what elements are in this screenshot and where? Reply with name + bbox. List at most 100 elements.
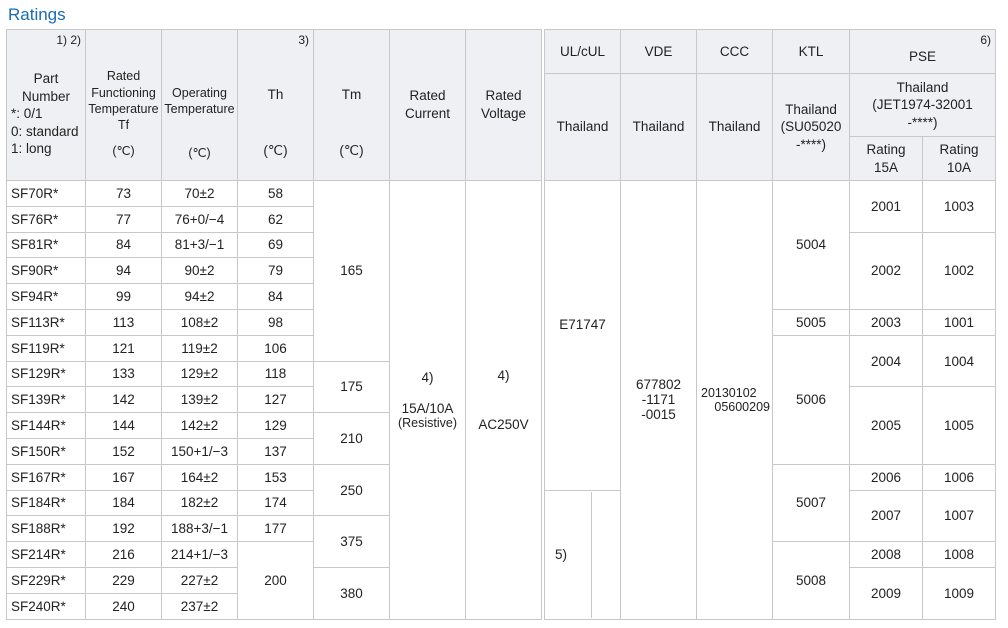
pse15-cell: 2008	[849, 541, 923, 568]
tf-cell: 84	[85, 231, 162, 259]
tm-cell: 380	[313, 566, 390, 620]
part-number-cell: SF229R*	[6, 566, 86, 594]
rft-line-1: Rated	[106, 69, 141, 84]
tm-cell: 250	[313, 463, 390, 517]
rated-current-cell: 4) 15A/10A (Resistive)	[389, 180, 466, 620]
rc-line-2: Current	[404, 106, 450, 121]
tf-cell: 240	[85, 592, 162, 620]
pse15-cell: 2001	[849, 180, 923, 233]
ktl-thailand-label: Thailand	[785, 101, 837, 117]
rated-voltage-header: Rated Voltage	[465, 29, 542, 181]
tm-label: Tm	[341, 87, 362, 103]
op-line-1: Operating	[172, 85, 227, 100]
rft-unit: (℃)	[112, 144, 135, 159]
part-number-line-2: Number	[21, 88, 70, 104]
pse10-cell: 1008	[922, 541, 996, 568]
rv-note: 4)	[497, 367, 510, 383]
rft-line-3: Temperature	[88, 101, 159, 116]
tf-cell: 152	[85, 437, 162, 465]
part-number-cell: SF90R*	[6, 257, 86, 285]
table-header: 1) 2) Part Number *: 0/1 0: standard 1: …	[6, 29, 996, 181]
pse-label: PSE	[908, 48, 936, 64]
ktl-code-line-2: -****)	[795, 136, 826, 152]
th-cell: 137	[237, 437, 314, 465]
pse-rating-10a-header: Rating 10A	[922, 136, 996, 181]
th-cell: 84	[237, 283, 314, 310]
ratings-table: 1) 2) Part Number *: 0/1 0: standard 1: …	[6, 29, 996, 620]
th-cell: 129	[237, 412, 314, 439]
part-number-line-1: Part	[33, 71, 59, 87]
op-cell: 227±2	[161, 566, 238, 594]
pse15-cell: 2004	[849, 334, 923, 388]
pse-thailand: Thailand (JET1974-32001 -****)	[849, 73, 996, 137]
ul-note: 5)	[549, 491, 592, 618]
part-number-cell: SF113R*	[6, 308, 86, 336]
op-cell: 119±2	[161, 334, 238, 362]
r10-line-1: Rating	[939, 141, 979, 157]
rv-line-1: Rated	[485, 88, 522, 104]
op-cell: 90±2	[161, 257, 238, 285]
part-number-cell: SF76R*	[6, 205, 86, 233]
tf-cell: 142	[85, 386, 162, 414]
tf-cell: 99	[85, 283, 162, 310]
op-cell: 142±2	[161, 412, 238, 439]
part-number-line-4: 0: standard	[11, 123, 79, 139]
tm-cell: 165	[313, 180, 390, 362]
rated-voltage-cell: 4) AC250V	[465, 180, 542, 620]
ccc-line-1: 20130102	[701, 385, 757, 400]
op-cell: 81+3/−1	[161, 231, 238, 259]
part-number-cell: SF81R*	[6, 231, 86, 259]
ratings-table-wrapper: 1) 2) Part Number *: 0/1 0: standard 1: …	[6, 29, 996, 620]
note-3: 3)	[298, 33, 309, 47]
ktl-cell: 5007	[772, 463, 850, 543]
r15-line-2: 15A	[873, 159, 899, 175]
th-cell: 174	[237, 489, 314, 517]
vde-header: VDE	[620, 29, 697, 74]
part-number-line-5: 1: long	[11, 141, 52, 157]
pse15-cell: 2002	[849, 231, 923, 310]
th-unit: (℃)	[263, 143, 288, 158]
tm-unit: (℃)	[339, 143, 364, 158]
ktl-code-line-1: (SU05020	[780, 119, 842, 135]
ul-note-cell: 5)	[544, 489, 621, 620]
part-number-cell: SF188R*	[6, 515, 86, 543]
part-number-cell: SF150R*	[6, 437, 86, 465]
th-header: 3) Th (℃)	[237, 29, 314, 181]
part-number-cell: SF240R*	[6, 592, 86, 620]
part-number-cell: SF167R*	[6, 463, 86, 491]
th-cell: 127	[237, 386, 314, 414]
pse10-cell: 1002	[922, 231, 996, 310]
rv-value: AC250V	[478, 416, 529, 432]
pse15-cell: 2005	[849, 386, 923, 465]
pse-header: 6) PSE	[849, 29, 996, 74]
tf-cell: 216	[85, 541, 162, 568]
tm-cell: 210	[313, 412, 390, 465]
op-cell: 76+0/−4	[161, 205, 238, 233]
pse-rating-15a-header: Rating 15A	[849, 136, 923, 181]
op-cell: 108±2	[161, 308, 238, 336]
tf-cell: 133	[85, 360, 162, 388]
pse-thailand-line-2: (JET1974-32001	[872, 97, 973, 113]
pse15-cell: 2007	[849, 489, 923, 543]
tf-cell: 121	[85, 334, 162, 362]
part-number-line-3: *: 0/1	[11, 106, 43, 122]
pse10-cell: 1006	[922, 463, 996, 491]
ul-note-box: 5)	[549, 491, 620, 618]
ul-number: E71747	[559, 317, 606, 333]
ul-number-cell: E71747	[544, 180, 621, 491]
op-cell: 139±2	[161, 386, 238, 414]
pse15-cell: 2003	[849, 308, 923, 336]
th-cell: 153	[237, 463, 314, 491]
th-cell: 69	[237, 231, 314, 259]
op-cell: 182±2	[161, 489, 238, 517]
tf-cell: 144	[85, 412, 162, 439]
ccc-line-2: 05600209	[714, 399, 770, 414]
rv-line-2: Voltage	[480, 106, 527, 121]
tf-cell: 73	[85, 180, 162, 207]
op-line-2: Temperature	[164, 101, 235, 116]
th-cell: 118	[237, 360, 314, 388]
tf-cell: 229	[85, 566, 162, 594]
op-cell: 94±2	[161, 283, 238, 310]
tf-cell: 113	[85, 308, 162, 336]
rc-sub: (Resistive)	[397, 415, 458, 430]
